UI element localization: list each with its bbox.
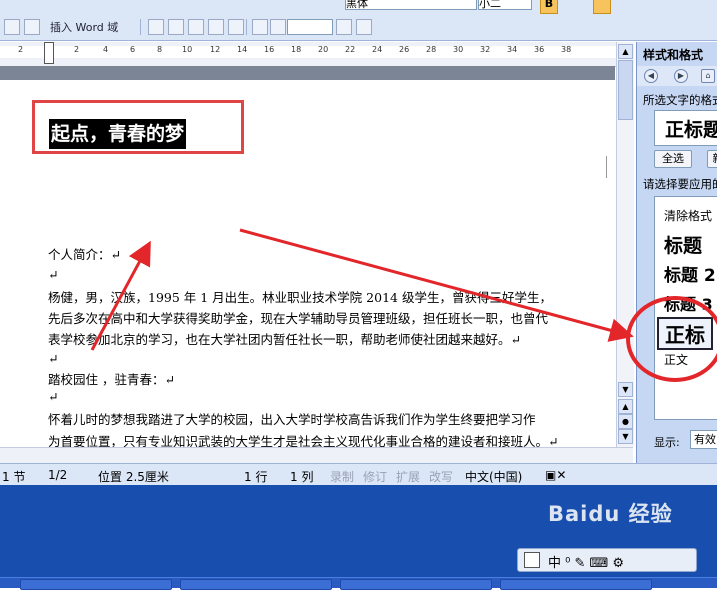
arrow-to-title (90, 240, 151, 351)
annotation-arrows (90, 228, 634, 351)
arrow-to-style (239, 228, 634, 342)
